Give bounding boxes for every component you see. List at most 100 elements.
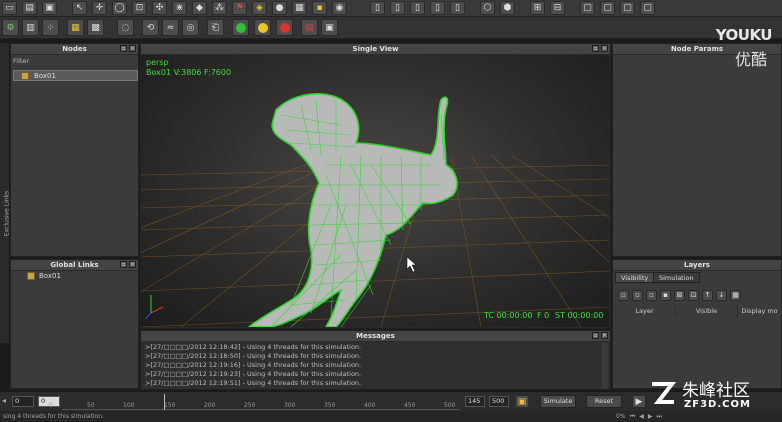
particle-icon[interactable]: ⁂: [212, 1, 227, 15]
scale-icon[interactable]: ⊡: [132, 1, 147, 15]
layers-title: Layers: [613, 260, 781, 271]
tab-simulation[interactable]: Simulation: [653, 272, 700, 283]
pause-yellow-button[interactable]: [254, 19, 271, 36]
tab-visibility[interactable]: Visibility: [615, 272, 655, 283]
3d-viewport[interactable]: persp Box01 V:3806 F:7600 TC 00:00:00 F …: [141, 55, 609, 327]
timeline-tick: 450: [404, 402, 416, 409]
timeline-track[interactable]: [62, 394, 460, 410]
layout-3-icon[interactable]: ▯: [410, 1, 425, 15]
youku-logo-cn: 优酷: [734, 50, 767, 69]
messages-window-buttons: ▫ ×: [592, 332, 608, 339]
play-green-button[interactable]: [232, 19, 249, 36]
layer-link-icon[interactable]: ⊠: [674, 289, 685, 301]
link-icon[interactable]: ✣: [152, 1, 167, 15]
script-icon[interactable]: ▤: [301, 19, 318, 36]
grid-toggle-icon[interactable]: ▥: [22, 19, 39, 36]
shaded-icon[interactable]: ▩: [87, 19, 104, 36]
move-icon[interactable]: ✛: [92, 1, 107, 15]
nodes-window-buttons: ▫ ×: [120, 45, 136, 52]
column-visible[interactable]: Visible: [676, 306, 738, 317]
new-file-icon[interactable]: ▭: [2, 1, 17, 15]
layer-options-icon[interactable]: ▦: [730, 289, 741, 301]
reset-button[interactable]: Reset: [586, 395, 622, 408]
view-2-icon[interactable]: ⊟: [550, 1, 565, 15]
zf3d-site-cn: 朱峰社区: [682, 381, 750, 401]
main-toolbar: ▭ ▤ ▣ ↖ ✛ ◯ ⊡ ✣ ⋇ ◆ ⁂ ⚑ ◈ ● ▦ ▪ ◉ ▯ ▯ ▯ …: [0, 0, 782, 17]
exclusive-links-tab[interactable]: Exclusive Links: [4, 179, 11, 249]
fluid-icon[interactable]: ◌: [117, 19, 134, 36]
column-display-mode[interactable]: Display mo: [738, 306, 782, 317]
column-layer[interactable]: Layer: [614, 306, 676, 317]
play-icon[interactable]: ▶: [632, 395, 646, 408]
float-icon[interactable]: ▫: [120, 261, 127, 268]
mesh-build-icon[interactable]: ◎: [182, 19, 199, 36]
yellow-cube-icon[interactable]: ◈: [252, 1, 267, 15]
layer-remove-icon[interactable]: ▫: [632, 289, 643, 301]
layer-dup-icon[interactable]: ▫: [646, 289, 657, 301]
float-icon[interactable]: ▫: [592, 332, 599, 339]
mesh-icon[interactable]: ⬡: [480, 1, 495, 15]
frame-counter: F 0: [537, 311, 550, 320]
messages-panel: Messages ▫ × >[27/□□□□/2012 12:18:42] - U…: [140, 330, 611, 390]
rotate-icon[interactable]: ◯: [112, 1, 127, 15]
close-icon[interactable]: ×: [129, 261, 136, 268]
camera-icon[interactable]: ◉: [332, 1, 347, 15]
global-link-item[interactable]: Box01: [25, 271, 135, 281]
close-icon[interactable]: ×: [601, 45, 608, 52]
unlink-icon[interactable]: ⋇: [172, 1, 187, 15]
messages-scrollbar[interactable]: [602, 343, 608, 389]
layer-down-icon[interactable]: ↓: [716, 289, 727, 301]
mesh-2-icon[interactable]: ⬢: [500, 1, 515, 15]
layer-merge-icon[interactable]: ⊡: [688, 289, 699, 301]
view-3-icon[interactable]: ▢: [580, 1, 595, 15]
global-links-panel: Global Links ▫ × Box01: [10, 259, 139, 389]
float-icon[interactable]: ▫: [120, 45, 127, 52]
layer-up-icon[interactable]: ↑: [702, 289, 713, 301]
end-frame-field-a[interactable]: 145: [465, 396, 485, 407]
close-icon[interactable]: ×: [601, 332, 608, 339]
view-4-icon[interactable]: ▢: [600, 1, 615, 15]
wireframe-icon[interactable]: ▦: [67, 19, 84, 36]
box-icon[interactable]: ▪: [312, 1, 327, 15]
float-icon[interactable]: ▫: [592, 45, 599, 52]
timeline-tick: 150: [164, 402, 176, 409]
dynamics-icon[interactable]: ⟲: [142, 19, 159, 36]
layout-2-icon[interactable]: ▯: [390, 1, 405, 15]
view-5-icon[interactable]: ▢: [620, 1, 635, 15]
message-line: >[27/□□□□/2012 12:19:51] - Using 4 threa…: [145, 379, 362, 387]
mouse-cursor-icon: [406, 256, 417, 273]
sphere-icon[interactable]: ●: [272, 1, 287, 15]
layout-5-icon[interactable]: ▯: [450, 1, 465, 15]
tree-item-label: Box01: [34, 72, 56, 80]
single-view-title: Single View: [141, 44, 610, 55]
camera-label: persp: [146, 58, 169, 67]
realflow-icon[interactable]: ⚙: [2, 19, 19, 36]
batch-icon[interactable]: ▣: [321, 19, 338, 36]
points-icon[interactable]: ⁘: [42, 19, 59, 36]
layer-assign-icon[interactable]: ▪: [660, 289, 671, 301]
message-line: >[27/□□□□/2012 12:19:23] - Using 4 threa…: [145, 370, 362, 378]
layout-4-icon[interactable]: ▯: [430, 1, 445, 15]
wave-icon[interactable]: ≈: [162, 19, 179, 36]
emitter-icon[interactable]: ⚑: [232, 1, 247, 15]
tree-item-box01[interactable]: Box01: [13, 70, 138, 81]
start-frame-field[interactable]: 0: [12, 396, 34, 407]
zf3d-watermark: 朱峰社区 ZF3D.COM: [648, 376, 782, 422]
export-icon[interactable]: ⎗: [207, 19, 224, 36]
status-zoom: 0%: [616, 413, 626, 420]
simulate-button[interactable]: Simulate: [540, 395, 576, 408]
view-6-icon[interactable]: ▢: [640, 1, 655, 15]
cube-icon[interactable]: ◆: [192, 1, 207, 15]
view-1-icon[interactable]: ⊞: [530, 1, 545, 15]
close-icon[interactable]: ×: [129, 45, 136, 52]
layer-add-icon[interactable]: ▫: [618, 289, 629, 301]
stop-red-button[interactable]: [276, 19, 293, 36]
timeline-left-arrow-icon[interactable]: ◂: [2, 396, 6, 405]
cache-icon[interactable]: ▣: [515, 395, 529, 408]
end-frame-field-b[interactable]: 500: [489, 396, 509, 407]
open-file-icon[interactable]: ▤: [22, 1, 37, 15]
layout-1-icon[interactable]: ▯: [370, 1, 385, 15]
select-arrow-icon[interactable]: ↖: [72, 1, 87, 15]
save-icon[interactable]: ▣: [42, 1, 57, 15]
plane-icon[interactable]: ▦: [292, 1, 307, 15]
